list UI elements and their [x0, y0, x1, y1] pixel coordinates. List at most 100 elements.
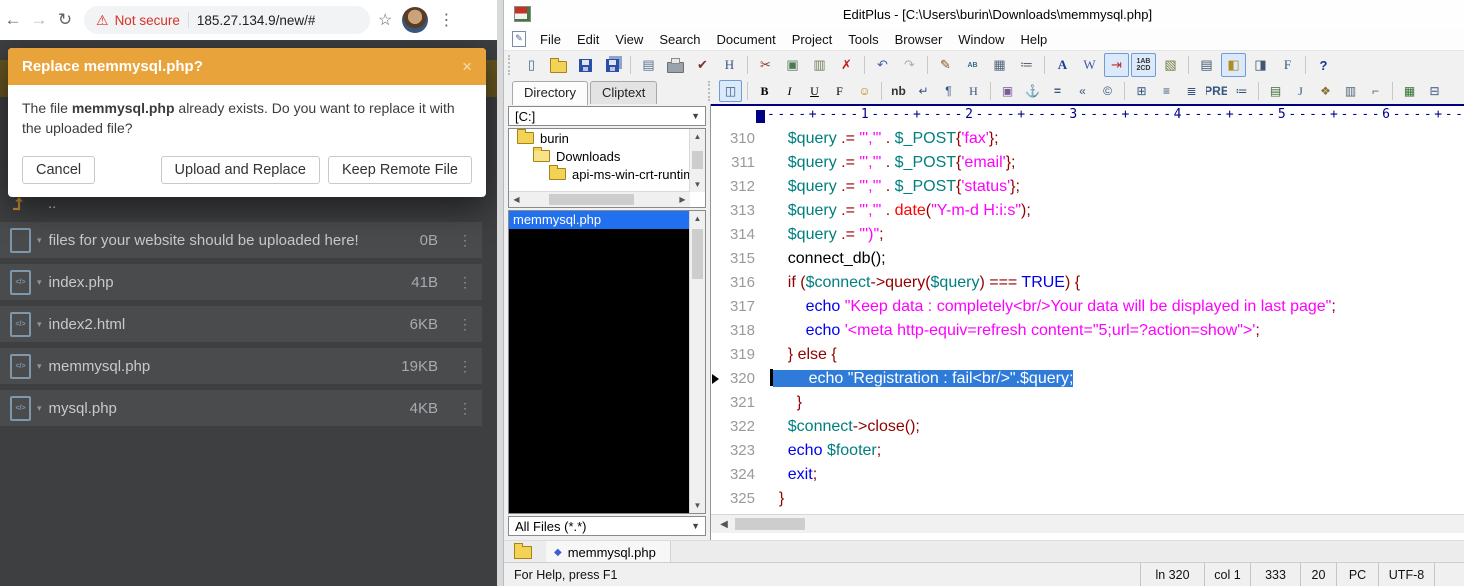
- javascript-tag-icon[interactable]: J: [1289, 80, 1312, 102]
- file-row[interactable]: </>▾memmysql.php19KB⋮: [0, 348, 482, 384]
- bookmark-star-icon[interactable]: ☆: [378, 10, 392, 30]
- div-right-icon[interactable]: ≣: [1180, 80, 1203, 102]
- heading-tag-icon[interactable]: H: [962, 80, 985, 102]
- tree-node[interactable]: api-ms-win-crt-runtim: [509, 165, 690, 183]
- spell-check-icon[interactable]: ✔: [690, 53, 715, 77]
- code-line[interactable]: 315 connect_db();: [711, 247, 1464, 271]
- menu-window[interactable]: Window: [950, 32, 1012, 47]
- toolbar-drag-handle-2[interactable]: [708, 81, 713, 101]
- tab-settings-icon[interactable]: ⇥: [1104, 53, 1129, 77]
- tab-directory[interactable]: Directory: [512, 81, 588, 105]
- line-numbers-icon[interactable]: 1AB 2CD: [1131, 53, 1156, 77]
- cancel-button[interactable]: Cancel: [22, 156, 95, 184]
- chevron-down-icon[interactable]: ▾: [37, 319, 42, 330]
- scroll-down-icon[interactable]: ▼: [690, 177, 705, 192]
- row-menu-icon[interactable]: ⋮: [458, 400, 472, 417]
- code-line[interactable]: 314 $query .= "')";: [711, 223, 1464, 247]
- color-picker-icon[interactable]: ▦: [1398, 80, 1421, 102]
- menu-edit[interactable]: Edit: [569, 32, 607, 47]
- selected-file-item[interactable]: memmysql.php: [509, 211, 689, 229]
- paragraph-tag-icon[interactable]: ¶: [937, 80, 960, 102]
- preferences-icon[interactable]: ▧: [1158, 53, 1183, 77]
- print-icon[interactable]: [663, 53, 688, 77]
- save-icon[interactable]: [573, 53, 598, 77]
- italic-icon[interactable]: I: [778, 80, 801, 102]
- code-line[interactable]: 316 if ($connect->query($query) === TRUE…: [711, 271, 1464, 295]
- hex-view-icon[interactable]: H: [717, 53, 742, 77]
- code-line[interactable]: 323 echo $footer;: [711, 439, 1464, 463]
- tree-vscroll-thumb[interactable]: [692, 151, 703, 169]
- copy-icon[interactable]: ▣: [780, 53, 805, 77]
- row-menu-icon[interactable]: ⋮: [458, 274, 472, 291]
- scroll-down-icon[interactable]: ▼: [690, 498, 705, 513]
- scroll-up-icon[interactable]: ▲: [690, 129, 705, 144]
- menu-search[interactable]: Search: [651, 32, 708, 47]
- code-line[interactable]: 313 $query .= "','" . date("Y-m-d H:i:s"…: [711, 199, 1464, 223]
- keep-remote-file-button[interactable]: Keep Remote File: [328, 156, 472, 184]
- context-help-icon[interactable]: ?: [1311, 53, 1336, 77]
- toolbar-drag-handle[interactable]: [508, 55, 513, 75]
- menu-file[interactable]: File: [532, 32, 569, 47]
- tree-node[interactable]: burin: [509, 129, 690, 147]
- copyright-entity-icon[interactable]: ©: [1096, 80, 1119, 102]
- directory-window-icon[interactable]: ◧: [1221, 53, 1246, 77]
- list-tag-icon[interactable]: ≔: [1230, 80, 1253, 102]
- menu-project[interactable]: Project: [784, 32, 840, 47]
- document-icon[interactable]: ✎: [512, 31, 526, 47]
- functions-window-icon[interactable]: F: [1275, 53, 1300, 77]
- anchor-tag-icon[interactable]: ⚓: [1021, 80, 1044, 102]
- hr-tag-icon[interactable]: =: [1046, 80, 1069, 102]
- table-tag-icon[interactable]: ⊞: [1130, 80, 1153, 102]
- pre-tag-icon[interactable]: PRE: [1205, 80, 1228, 102]
- code-line[interactable]: 318 echo '<meta http-equiv=refresh conte…: [711, 319, 1464, 343]
- tree-node[interactable]: Downloads: [509, 147, 690, 165]
- tree-hscroll-thumb[interactable]: [549, 194, 634, 205]
- file-row[interactable]: </>▾index2.html6KB⋮: [0, 306, 482, 342]
- drive-select[interactable]: [C:] ▼: [508, 106, 706, 126]
- scroll-left-icon[interactable]: ◀: [509, 192, 524, 207]
- chevron-down-icon[interactable]: ▾: [37, 235, 42, 246]
- sort-lines-icon[interactable]: ≔: [1014, 53, 1039, 77]
- folder-icon[interactable]: [514, 546, 532, 559]
- menu-tools[interactable]: Tools: [840, 32, 886, 47]
- view-in-browser-icon[interactable]: ◫: [719, 80, 742, 102]
- browser-menu-icon[interactable]: ⋮: [438, 10, 454, 30]
- open-file-icon[interactable]: [546, 53, 571, 77]
- chevron-down-icon[interactable]: ▾: [37, 403, 42, 414]
- code-line[interactable]: 325 }: [711, 487, 1464, 511]
- bold-icon[interactable]: B: [753, 80, 776, 102]
- row-menu-icon[interactable]: ⋮: [458, 232, 472, 249]
- reload-icon[interactable]: ↻: [52, 10, 78, 30]
- editor-hscroll-thumb[interactable]: [735, 518, 805, 530]
- font-tag-icon[interactable]: F: [828, 80, 851, 102]
- code-line[interactable]: 312 $query .= "','" . $_POST{'status'};: [711, 175, 1464, 199]
- cliptext-window-icon[interactable]: ◨: [1248, 53, 1273, 77]
- chevron-down-icon[interactable]: ▾: [37, 277, 42, 288]
- filelist-vertical-scrollbar[interactable]: ▲ ▼: [689, 211, 705, 513]
- duplicate-line-icon[interactable]: ▦: [987, 53, 1012, 77]
- tab-cliptext[interactable]: Cliptext: [590, 81, 657, 104]
- titlebar[interactable]: EditPlus - [C:\Users\burin\Downloads\mem…: [504, 0, 1464, 29]
- script-tag-icon[interactable]: ▤: [1264, 80, 1287, 102]
- code-line[interactable]: 321 }: [711, 391, 1464, 415]
- word-count-icon[interactable]: W: [1077, 53, 1102, 77]
- url-text[interactable]: 185.27.134.9/new/#: [197, 13, 316, 28]
- paste-icon[interactable]: ▥: [807, 53, 832, 77]
- row-menu-icon[interactable]: ⋮: [458, 316, 472, 333]
- menu-view[interactable]: View: [607, 32, 651, 47]
- new-document-icon[interactable]: ▯: [519, 53, 544, 77]
- upload-and-replace-button[interactable]: Upload and Replace: [161, 156, 320, 184]
- editor-horizontal-scrollbar[interactable]: ◀: [711, 514, 1464, 533]
- output-window-icon[interactable]: ▤: [1194, 53, 1219, 77]
- smiley-icon[interactable]: ☺: [853, 80, 876, 102]
- code-line[interactable]: 322 $connect->close();: [711, 415, 1464, 439]
- file-row[interactable]: </>▾index.php41B⋮: [0, 264, 482, 300]
- code-line[interactable]: 311 $query .= "','" . $_POST{'email'};: [711, 151, 1464, 175]
- code-line[interactable]: 320 echo "Registration : fail<br/>".$que…: [711, 367, 1464, 391]
- editor-surface[interactable]: ----+----1----+----2----+----3----+----4…: [710, 104, 1464, 540]
- forward-icon[interactable]: →: [26, 10, 52, 30]
- back-icon[interactable]: ←: [0, 10, 26, 30]
- scroll-left-icon[interactable]: ◀: [715, 515, 733, 533]
- delete-icon[interactable]: ✗: [834, 53, 859, 77]
- menu-help[interactable]: Help: [1013, 32, 1056, 47]
